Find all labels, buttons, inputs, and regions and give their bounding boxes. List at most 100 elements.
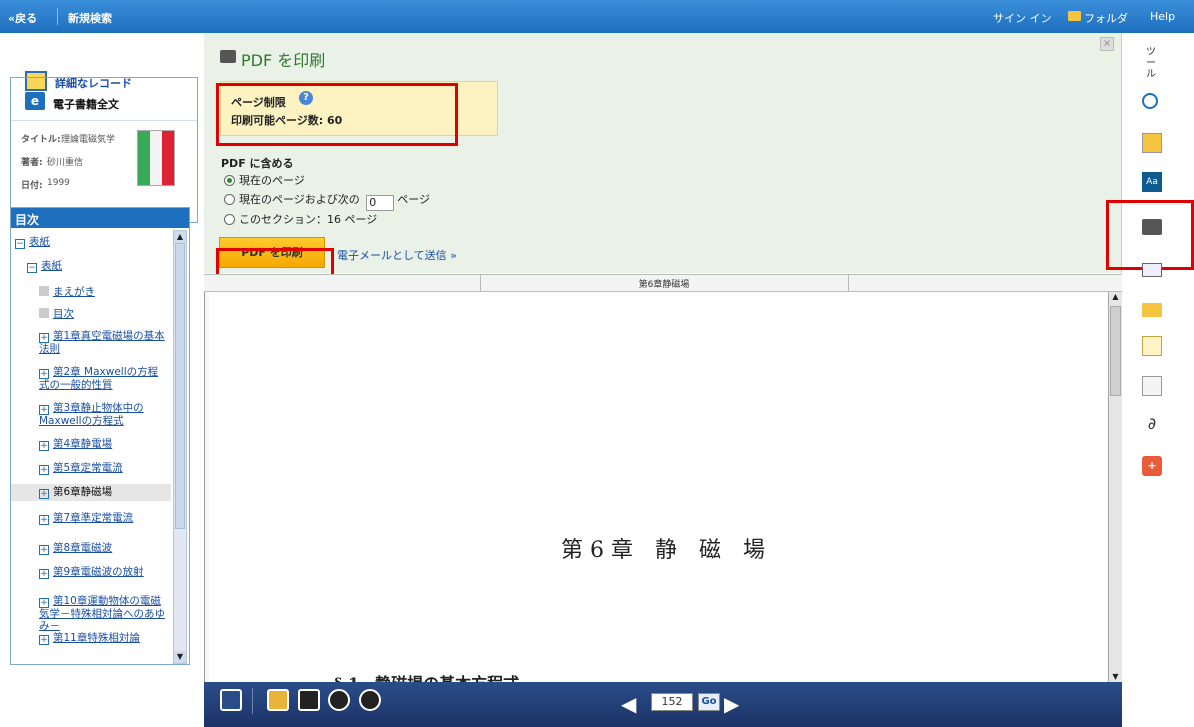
- new-search-link[interactable]: 新規検索: [68, 10, 112, 26]
- toc-item[interactable]: 目次: [39, 308, 165, 320]
- back-link[interactable]: «戻る: [8, 10, 37, 26]
- pages-unit-label: ページ: [397, 193, 431, 206]
- dictionary-icon[interactable]: Aa: [1142, 172, 1162, 192]
- expand-icon[interactable]: +: [39, 635, 49, 645]
- viewer-scroll-thumb[interactable]: [1110, 306, 1121, 396]
- author-value: 砂川重信: [47, 158, 84, 168]
- divider: [252, 688, 253, 714]
- toc-item[interactable]: + 第9章電磁波の放射: [39, 566, 165, 579]
- toc-item-label: 第2章 Maxwellの方程式の一般的性質: [39, 366, 159, 391]
- option-current-label: 現在のページ: [239, 174, 305, 187]
- viewer-scrollbar[interactable]: ▲ ▼: [1108, 292, 1122, 684]
- main-area: PDF を印刷 × ページ制限 ? 印刷可能ページ数: 60 PDF に含める …: [204, 33, 1122, 727]
- date-label: 日付:: [21, 181, 43, 191]
- printer-icon: [220, 50, 236, 63]
- divider: [11, 120, 197, 121]
- permalink-icon[interactable]: ∂: [1142, 414, 1162, 434]
- scroll-up-icon[interactable]: ▲: [1110, 292, 1121, 304]
- radio-selected-icon[interactable]: [224, 175, 235, 186]
- expand-icon[interactable]: +: [39, 598, 49, 608]
- toc-item[interactable]: − 表紙: [27, 260, 165, 273]
- option-current-page[interactable]: 現在のページ: [224, 172, 305, 188]
- notes-icon[interactable]: [1142, 336, 1162, 356]
- expand-icon[interactable]: +: [39, 569, 49, 579]
- expand-icon[interactable]: +: [39, 369, 49, 379]
- search-in-book-icon[interactable]: [1142, 93, 1158, 109]
- toc-item[interactable]: まえがき: [39, 286, 165, 298]
- toc-header: 目次: [11, 208, 189, 228]
- prev-page-icon[interactable]: ◀: [621, 692, 636, 716]
- toc-item[interactable]: + 第6章静磁場: [11, 484, 171, 501]
- collapse-icon[interactable]: −: [15, 239, 25, 249]
- page-header-row: 第6章静磁場: [204, 274, 1122, 293]
- toc-item[interactable]: + 第8章電磁波: [39, 542, 165, 555]
- expand-icon[interactable]: +: [39, 405, 49, 415]
- option-section[interactable]: このセクション：16 ページ: [224, 211, 377, 227]
- title-value: 理論電磁気学: [61, 135, 116, 145]
- email-icon[interactable]: [1142, 263, 1162, 277]
- save-to-folder-icon[interactable]: [1142, 303, 1162, 317]
- radio-icon[interactable]: [224, 194, 235, 205]
- viewer-toolbar: ◀ 152 Go ▶: [204, 682, 1122, 727]
- scroll-down-icon[interactable]: ▼: [174, 651, 186, 663]
- expand-icon[interactable]: +: [39, 515, 49, 525]
- scroll-up-icon[interactable]: ▲: [174, 231, 186, 243]
- next-page-icon[interactable]: ▶: [724, 692, 739, 716]
- zoom-in-icon[interactable]: [359, 689, 381, 711]
- book-cover-thumbnail[interactable]: [137, 130, 175, 186]
- email-link[interactable]: 電子メールとして送信 »: [337, 247, 457, 263]
- toc-item-label: 第1章真空電磁場の基本法則: [39, 330, 165, 355]
- page-number-input[interactable]: 152: [651, 693, 693, 711]
- toc-item[interactable]: + 第7章準定常電流: [39, 512, 165, 525]
- help-link[interactable]: Help: [1150, 10, 1175, 23]
- title-label: タイトル:: [21, 135, 61, 145]
- toc-item[interactable]: + 第2章 Maxwellの方程式の一般的性質: [39, 366, 165, 391]
- folder-link[interactable]: フォルダ: [1084, 10, 1128, 26]
- print-pdf-panel: PDF を印刷 × ページ制限 ? 印刷可能ページ数: 60 PDF に含める …: [204, 33, 1122, 286]
- toc-item[interactable]: − 表紙: [15, 236, 165, 249]
- toc-item-label: 第5章定常電流: [53, 462, 123, 474]
- toc-item[interactable]: + 第5章定常電流: [39, 462, 165, 475]
- fit-width-icon[interactable]: [267, 689, 289, 711]
- section-heading: § 1 静磁場の基本方程式: [334, 670, 519, 682]
- include-label: PDF に含める: [221, 157, 294, 170]
- zoom-out-icon[interactable]: [328, 689, 350, 711]
- toc-item-label: 表紙: [41, 260, 62, 272]
- go-button[interactable]: Go: [698, 693, 720, 711]
- toc-item-label: 第6章静磁場: [53, 486, 113, 498]
- toc-item[interactable]: + 第10章運動物体の電磁気学－特殊相対論へのあゆみ－: [39, 595, 165, 632]
- toc-item[interactable]: + 第11章特殊相対論: [39, 632, 165, 645]
- author-label: 著者:: [21, 158, 43, 168]
- toc-scroll-thumb[interactable]: [175, 243, 185, 529]
- ebook-fulltext-label[interactable]: 電子書籍全文: [53, 96, 119, 112]
- single-page-icon[interactable]: [298, 689, 320, 711]
- expand-icon[interactable]: +: [39, 489, 49, 499]
- collapse-icon[interactable]: −: [27, 263, 37, 273]
- toc-item[interactable]: + 第1章真空電磁場の基本法則: [39, 330, 165, 355]
- leaf-icon: [39, 308, 49, 318]
- expand-icon[interactable]: +: [39, 333, 49, 343]
- toc-item-label: 第8章電磁波: [53, 542, 113, 554]
- option-current-and-next[interactable]: 現在のページおよび次の 0 ページ: [224, 191, 430, 211]
- signin-link[interactable]: サイン イン: [993, 10, 1052, 26]
- tools-label: ツール: [1146, 47, 1156, 80]
- image-quick-view-icon[interactable]: [1142, 133, 1162, 153]
- highlight-box: [1106, 200, 1194, 270]
- radio-icon[interactable]: [224, 214, 235, 225]
- share-plus-icon[interactable]: +: [1142, 456, 1162, 476]
- leaf-icon: [39, 286, 49, 296]
- close-icon[interactable]: ×: [1100, 37, 1114, 51]
- toc-item[interactable]: + 第3章静止物体中のMaxwellの方程式: [39, 402, 165, 427]
- expand-icon[interactable]: +: [39, 465, 49, 475]
- option-section-label: このセクション：16 ページ: [239, 213, 378, 226]
- toc-scrollbar[interactable]: ▲ ▼: [173, 230, 187, 664]
- chapter-heading: 第 6 章 静 磁 場: [561, 538, 765, 563]
- panel-title: PDF を印刷: [241, 51, 326, 70]
- expand-icon[interactable]: +: [39, 545, 49, 555]
- expand-icon[interactable]: +: [39, 441, 49, 451]
- fit-page-icon[interactable]: [220, 689, 242, 711]
- export-icon[interactable]: [1142, 376, 1162, 396]
- next-pages-input[interactable]: 0: [366, 195, 395, 211]
- toc-item[interactable]: + 第4章静電場: [39, 438, 165, 451]
- tools-sidebar: ツール Aa ∂ +: [1106, 33, 1194, 727]
